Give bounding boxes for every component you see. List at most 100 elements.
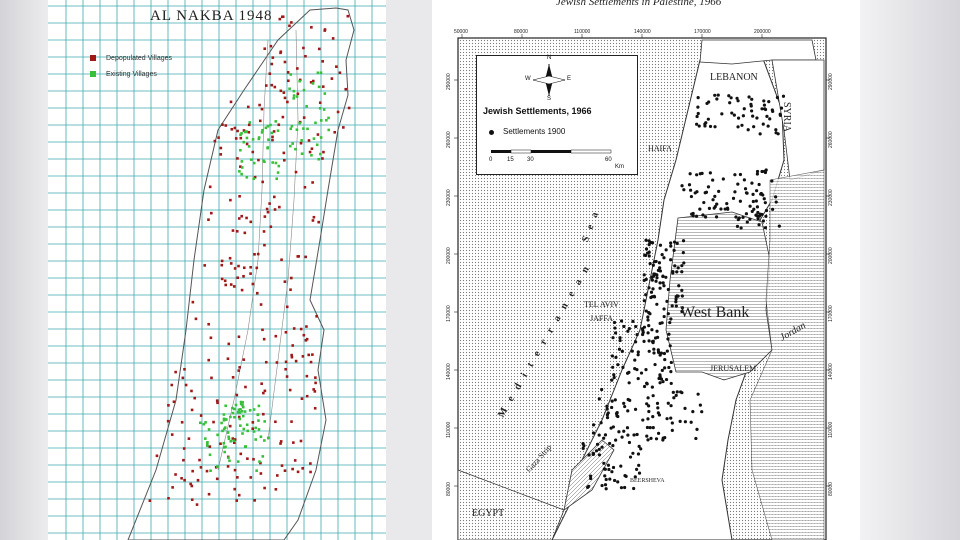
settlement-marker <box>619 486 624 490</box>
y-tick-label: 230000 <box>446 189 452 206</box>
settlement-marker <box>762 197 766 201</box>
existing-village-marker <box>241 432 244 435</box>
existing-village-marker <box>276 171 280 174</box>
settlement-marker <box>652 294 656 298</box>
settlement-marker <box>647 286 651 290</box>
depopulated-village-marker <box>207 322 210 326</box>
settlement-marker <box>774 195 778 199</box>
settlement-marker <box>581 442 585 446</box>
existing-village-marker <box>276 129 280 132</box>
settlement-marker <box>607 467 611 472</box>
depopulated-village-marker <box>284 367 287 371</box>
settlement-marker <box>748 217 752 221</box>
depopulated-village-marker <box>234 137 238 140</box>
depopulated-village-marker <box>237 217 241 220</box>
depopulated-village-marker <box>190 408 194 412</box>
settlement-marker <box>728 101 732 105</box>
label-haifa: HAIFA <box>648 144 672 153</box>
existing-village-marker <box>261 455 265 458</box>
depopulated-village-marker <box>342 126 345 129</box>
settlement-marker <box>763 107 768 112</box>
settlement-marker <box>658 281 662 285</box>
settlement-marker <box>680 264 684 268</box>
depopulated-village-marker <box>288 388 292 392</box>
depopulated-village-marker <box>263 243 266 247</box>
depopulated-village-marker <box>191 300 195 304</box>
depopulated-village-marker <box>260 382 263 385</box>
settlement-marker <box>738 199 742 203</box>
settlement-marker <box>688 172 692 176</box>
settlement-marker <box>647 349 651 353</box>
depopulated-village-marker <box>242 266 246 270</box>
settlement-marker <box>720 112 724 116</box>
settlement-marker <box>603 474 607 478</box>
depopulated-village-marker <box>237 369 241 372</box>
nakba-map: AL NAKBA 1948 Depopulated Villages Exist… <box>48 0 386 540</box>
settlement-marker <box>603 433 608 437</box>
settlement-marker <box>619 464 623 468</box>
x-tick-label: 170000 <box>694 29 711 35</box>
existing-village-marker <box>223 450 226 454</box>
depopulated-village-marker <box>183 367 186 371</box>
depopulated-village-marker <box>346 14 350 18</box>
map-title: Jewish Settlements in Palestine, 1966 <box>556 0 722 8</box>
depopulated-village-marker <box>323 29 327 32</box>
settlement-marker <box>605 416 610 420</box>
settlement-marker <box>647 404 651 408</box>
existing-village-marker <box>248 409 252 412</box>
settlement-marker <box>633 407 638 411</box>
depopulated-village-marker <box>240 214 244 218</box>
settlement-marker <box>655 302 659 306</box>
existing-village-marker <box>222 418 226 422</box>
depopulated-village-marker <box>231 229 235 232</box>
existing-village-marker <box>295 95 299 98</box>
settlement-marker <box>630 349 634 353</box>
settlement-marker <box>736 125 740 129</box>
label-beersheva: BEERSHEVA <box>630 478 665 484</box>
depopulated-village-marker <box>314 376 317 379</box>
settlement-marker <box>672 240 677 244</box>
settlement-marker <box>741 215 745 219</box>
existing-village-marker <box>241 414 245 418</box>
existing-village-marker <box>238 170 241 173</box>
depopulated-village-marker <box>257 158 260 162</box>
settlement-marker <box>683 406 687 410</box>
settlement-marker <box>611 336 615 340</box>
existing-village-marker <box>236 460 240 463</box>
depopulated-village-marker <box>193 396 197 400</box>
settlement-marker <box>770 108 774 112</box>
settlement-marker <box>662 284 666 288</box>
settlement-marker <box>768 117 772 121</box>
y-tick-label: 200000 <box>446 247 452 264</box>
settlement-marker <box>631 319 635 323</box>
settlement-marker <box>669 381 673 386</box>
depopulated-village-marker <box>291 344 295 347</box>
existing-village-marker <box>316 71 320 75</box>
settlement-marker <box>635 333 639 337</box>
existing-village-marker <box>319 136 323 139</box>
depopulated-village-marker <box>174 370 177 374</box>
settlement-marker <box>597 447 601 451</box>
depopulated-village-marker <box>236 129 239 133</box>
depopulated-village-marker <box>305 325 308 328</box>
depopulated-village-marker <box>205 469 209 473</box>
depopulated-village-marker <box>311 181 314 184</box>
settlement-marker <box>669 258 673 262</box>
depopulated-village-marker <box>301 355 305 358</box>
settlement-marker <box>691 410 695 414</box>
settlement-marker <box>725 206 730 210</box>
settlement-marker <box>612 320 617 325</box>
existing-village-marker <box>260 131 264 134</box>
settlement-marker <box>695 114 699 119</box>
settlement-marker <box>628 455 633 459</box>
settlement-marker <box>633 367 637 371</box>
existing-village-marker <box>222 446 226 449</box>
depopulated-village-marker <box>253 253 256 256</box>
y-tick-label: 140000 <box>446 363 452 380</box>
settlement-marker <box>746 128 750 132</box>
settlement-marker <box>647 254 651 258</box>
settlement-marker <box>750 209 754 214</box>
y-tick-label: 140000 <box>828 363 834 380</box>
settlement-marker <box>597 453 602 457</box>
depopulated-village-marker <box>251 427 255 431</box>
